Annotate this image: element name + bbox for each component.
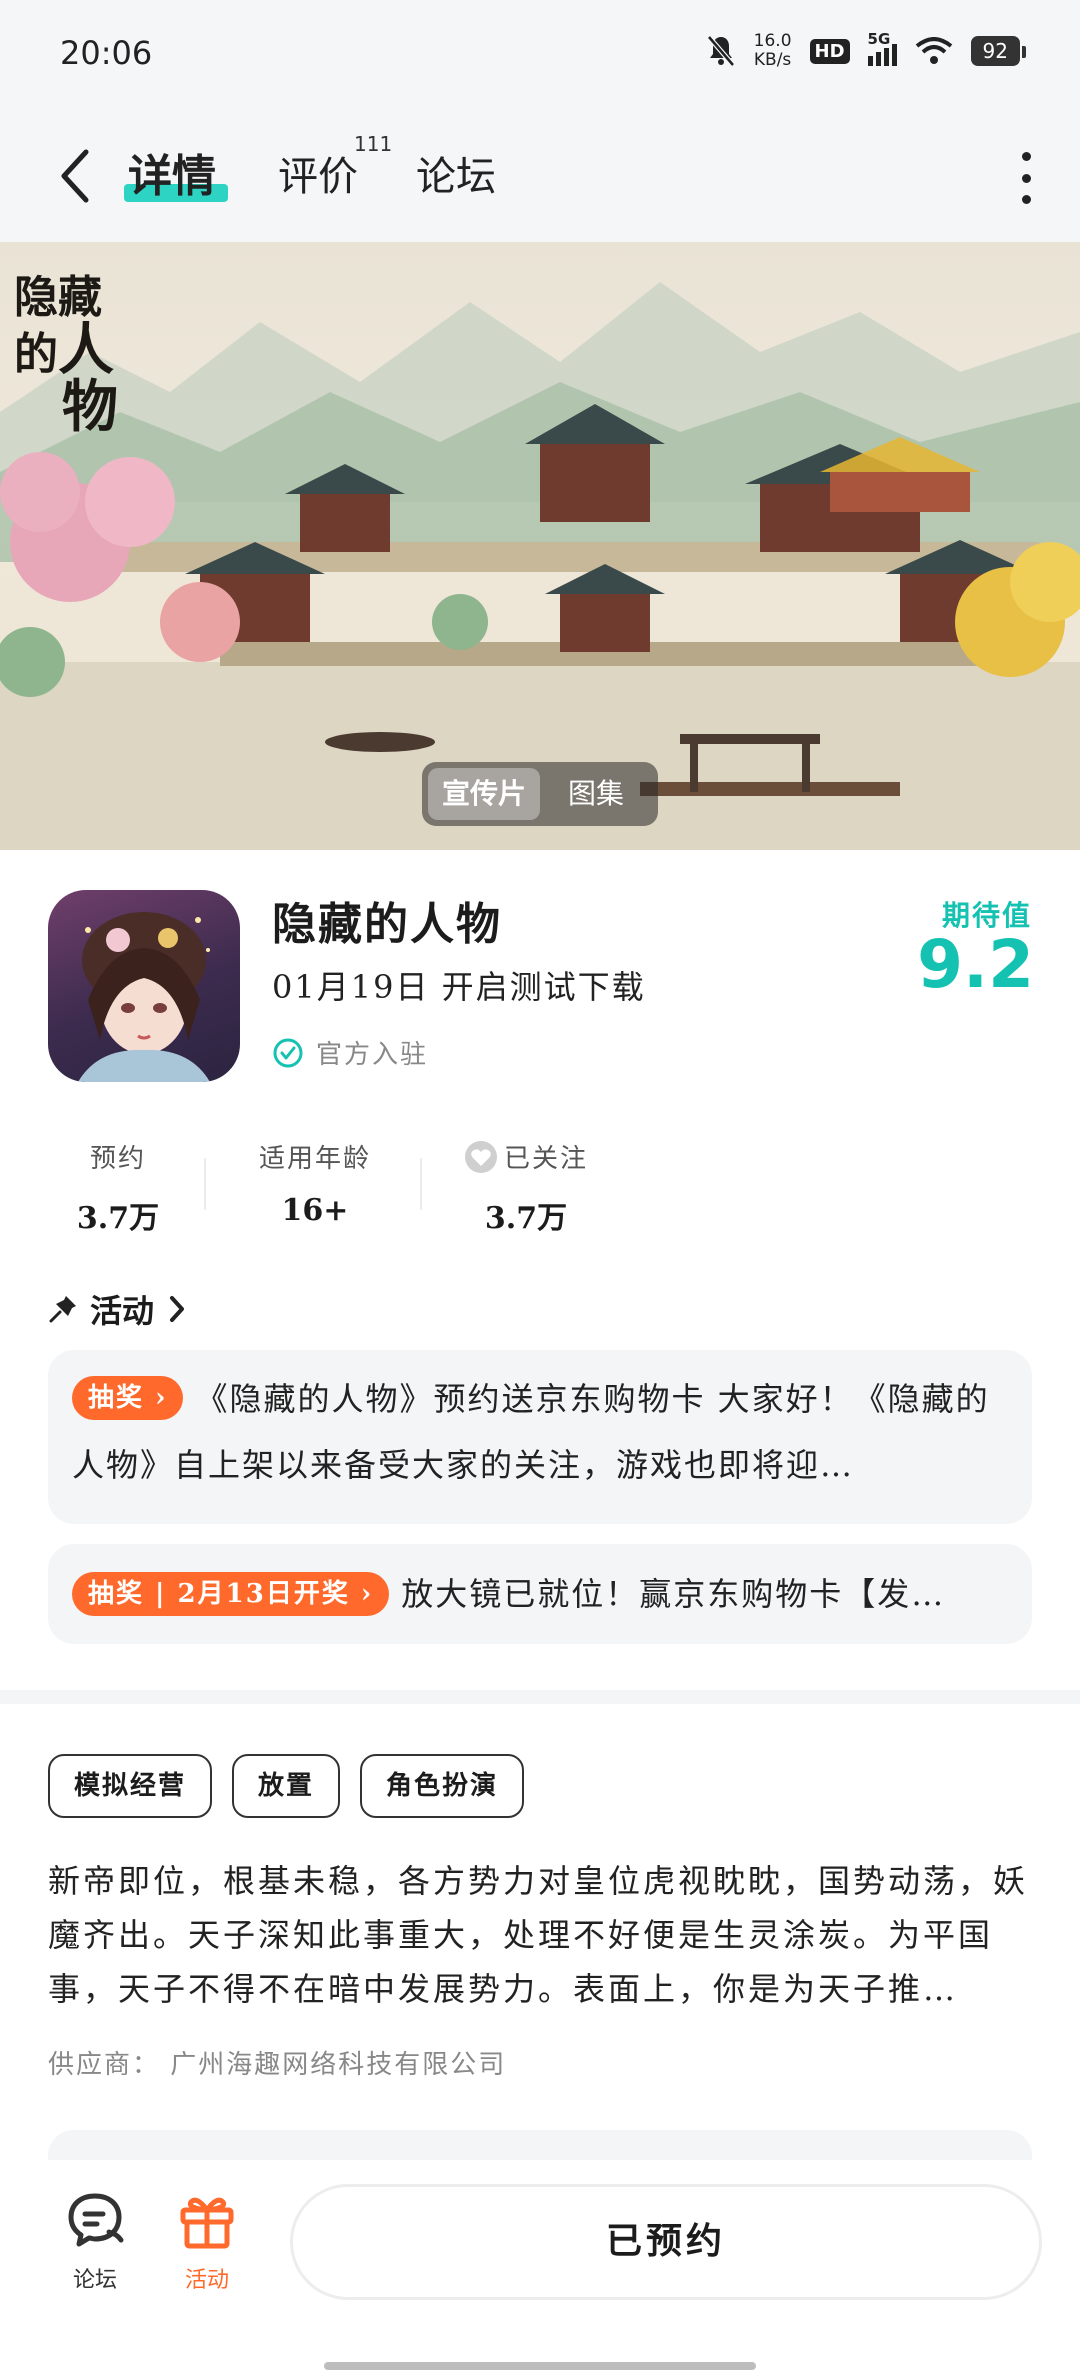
official-badge: 官方入驻 bbox=[272, 1034, 428, 1071]
supplier-info: 供应商： 广州海趣网络科技有限公司 bbox=[48, 2050, 507, 2080]
activity-card[interactable]: 抽奖 | 2月13日开奖 › 放大镜已就位！赢京东购物卡【发… bbox=[48, 1544, 1032, 1644]
tab-forum[interactable]: 论坛 bbox=[416, 144, 496, 202]
wifi-icon bbox=[915, 37, 952, 64]
tab-detail[interactable]: 详情 bbox=[124, 140, 228, 204]
release-info: 01月19日 开启测试下载 bbox=[272, 968, 646, 1006]
tag-rpg[interactable]: 角色扮演 bbox=[360, 1754, 525, 1818]
signal-icon: 5G bbox=[867, 30, 897, 66]
chevron-right-icon bbox=[170, 1296, 185, 1322]
back-icon[interactable] bbox=[52, 146, 102, 206]
heart-icon bbox=[464, 1140, 497, 1173]
divider bbox=[204, 1158, 206, 1210]
status-bar: 20:06 16.0 KB/s HD 5G 92 bbox=[0, 0, 1080, 110]
nav-bar: 详情 评价 111 论坛 bbox=[0, 110, 1080, 242]
gift-icon bbox=[180, 2197, 234, 2249]
activity-card[interactable]: 抽奖 › 《隐藏的人物》预约送京东购物卡 大家好！《隐藏的人物》自上架以来备受大家… bbox=[48, 1350, 1032, 1524]
genre-tags: 模拟经营 放置 角色扮演 bbox=[48, 1754, 525, 1818]
status-icons: 16.0 KB/s HD 5G 92 bbox=[706, 30, 1027, 70]
status-time: 20:06 bbox=[60, 34, 153, 72]
divider bbox=[420, 1158, 422, 1210]
banner-artwork bbox=[0, 282, 1080, 850]
game-icon[interactable] bbox=[48, 890, 240, 1082]
review-count: 111 bbox=[354, 132, 393, 156]
activity-text: 放大镜已就位！赢京东购物卡【发… bbox=[401, 1575, 946, 1613]
tag-idle[interactable]: 放置 bbox=[232, 1754, 341, 1818]
verified-check-icon bbox=[273, 1038, 303, 1067]
stat-age-rating: 适用年龄 16+ bbox=[258, 1144, 371, 1228]
media-switch: 宣传片 图集 bbox=[422, 762, 658, 826]
game-character-image bbox=[78, 912, 210, 1082]
game-description[interactable]: 新帝即位，根基未稳，各方势力对皇位虎视眈眈，国势动荡，妖魔齐出。天子深知此事重大… bbox=[48, 1854, 1032, 2016]
net-speed: 16.0 KB/s bbox=[753, 31, 792, 70]
more-options-icon[interactable] bbox=[1014, 152, 1038, 204]
battery-icon: 92 bbox=[970, 36, 1027, 66]
expect-score: 9.2 bbox=[917, 926, 1034, 1003]
banner-media[interactable]: 隐藏 的人 物 宣传片 图集 bbox=[0, 242, 1080, 850]
bottom-action-bar: 论坛 活动 已预约 bbox=[0, 2160, 1080, 2376]
forum-icon bbox=[68, 2193, 124, 2247]
bottom-forum-button[interactable]: 论坛 bbox=[50, 2188, 140, 2294]
reserved-button[interactable]: 已预约 bbox=[290, 2184, 1042, 2300]
lottery-badge: 抽奖 › bbox=[72, 1376, 184, 1420]
activities-header[interactable]: 活动 bbox=[48, 1286, 188, 1332]
media-tab-gallery[interactable]: 图集 bbox=[540, 768, 652, 820]
home-indicator[interactable] bbox=[324, 2362, 756, 2370]
mute-icon bbox=[706, 35, 735, 67]
hd-icon: HD bbox=[809, 38, 850, 64]
pin-icon bbox=[49, 1296, 76, 1323]
tab-review[interactable]: 评价 111 bbox=[278, 132, 392, 202]
activity-text: 《隐藏的人物》预约送京东购物卡 大家好！《隐藏的人物》自上架以来备受大家的关注，… bbox=[72, 1380, 990, 1484]
section-divider bbox=[0, 1690, 1080, 1704]
lottery-badge: 抽奖 | 2月13日开奖 › bbox=[72, 1572, 390, 1616]
bottom-activity-button[interactable]: 活动 bbox=[162, 2188, 252, 2294]
stat-follow[interactable]: 已关注 3.7万 bbox=[456, 1138, 596, 1237]
banner-logo: 隐藏 的人 物 bbox=[14, 272, 118, 440]
tag-simulation[interactable]: 模拟经营 bbox=[48, 1754, 213, 1818]
game-title: 隐藏的人物 bbox=[272, 899, 502, 950]
media-tab-video[interactable]: 宣传片 bbox=[428, 768, 540, 820]
stat-reservations: 预约 3.7万 bbox=[76, 1144, 160, 1236]
